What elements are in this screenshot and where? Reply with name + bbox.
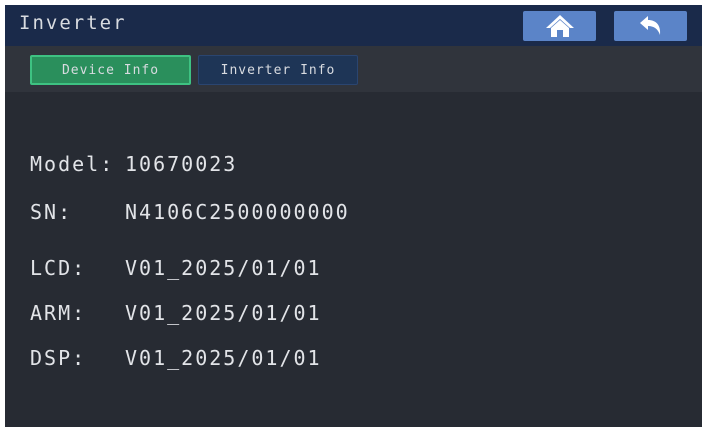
tab-bar: Device Info Inverter Info [5, 46, 702, 92]
model-label: Model: [30, 152, 115, 176]
arm-value: V01_2025/01/01 [125, 301, 322, 325]
tab-inverter-info[interactable]: Inverter Info [198, 55, 358, 85]
back-button[interactable] [614, 11, 687, 41]
home-button[interactable] [523, 11, 596, 41]
page-title: Inverter [19, 12, 127, 34]
dsp-value: V01_2025/01/01 [125, 346, 322, 370]
tab-device-info[interactable]: Device Info [30, 55, 191, 85]
dsp-label: DSP: [30, 346, 87, 370]
model-value: 10670023 [125, 152, 238, 176]
title-bar: Inverter [5, 5, 702, 46]
arm-label: ARM: [30, 301, 87, 325]
home-icon [545, 15, 574, 37]
inverter-screen: Inverter Device Info Inverter Info Model… [5, 5, 702, 427]
sn-label: SN: [30, 200, 73, 224]
sn-value: N4106C2500000000 [125, 200, 350, 224]
lcd-value: V01_2025/01/01 [125, 256, 322, 280]
lcd-label: LCD: [30, 256, 87, 280]
back-arrow-icon [639, 16, 660, 35]
